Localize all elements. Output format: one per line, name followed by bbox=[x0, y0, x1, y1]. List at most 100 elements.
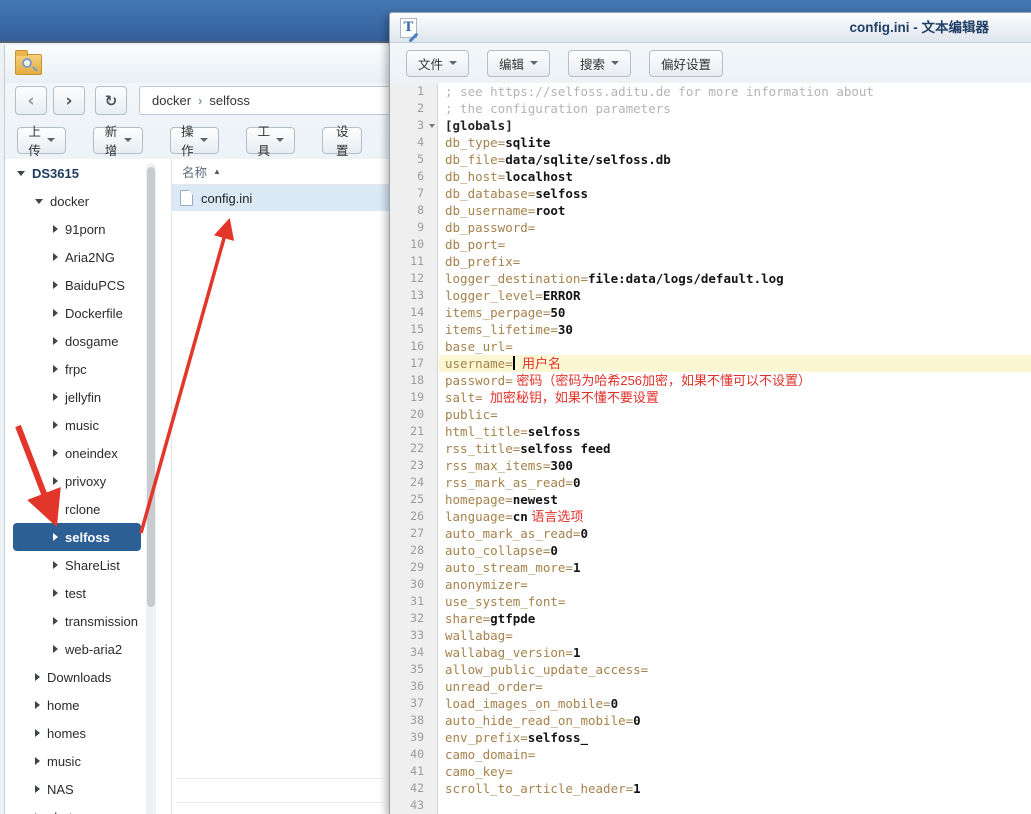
menu-button-edit[interactable]: 编辑 bbox=[487, 50, 550, 77]
code-content[interactable]: ; see https://selfoss.aditu.de for more … bbox=[439, 83, 1031, 814]
toolbar-button-settings[interactable]: 设置 bbox=[322, 127, 362, 154]
code-token: 0 bbox=[633, 713, 641, 728]
chevron-right-icon[interactable] bbox=[53, 225, 58, 233]
chevron-right-icon[interactable] bbox=[53, 393, 58, 401]
breadcrumb[interactable]: docker › selfoss bbox=[139, 86, 397, 115]
sidebar-item-label: ShareList bbox=[65, 558, 120, 573]
sidebar-item-label: test bbox=[65, 586, 86, 601]
breadcrumb-segment-selfoss[interactable]: selfoss bbox=[209, 93, 249, 108]
sidebar-item-test[interactable]: test bbox=[5, 579, 141, 607]
tree-scrollbar-thumb[interactable] bbox=[147, 167, 155, 607]
code-line-34: wallabag_version=1 bbox=[439, 644, 1031, 661]
editor-menubar: 文件编辑搜索偏好设置 bbox=[390, 43, 1031, 83]
code-line-21: html_title=selfoss bbox=[439, 423, 1031, 440]
sidebar-item-91porn[interactable]: 91porn bbox=[5, 215, 141, 243]
chevron-right-icon[interactable] bbox=[35, 729, 40, 737]
back-button[interactable]: ‹ bbox=[15, 86, 47, 115]
menu-button-search[interactable]: 搜索 bbox=[568, 50, 631, 77]
sidebar-item-dockerfile[interactable]: Dockerfile bbox=[5, 299, 141, 327]
chevron-right-icon[interactable] bbox=[53, 253, 58, 261]
chevron-right-icon[interactable] bbox=[53, 421, 58, 429]
folder-tree: DS3615docker91pornAria2NGBaiduPCSDockerf… bbox=[5, 159, 163, 814]
editor-titlebar[interactable]: T config.ini - 文本编辑器 bbox=[390, 13, 1031, 43]
sidebar-item-docker[interactable]: docker bbox=[5, 187, 141, 215]
code-line-27: auto_mark_as_read=0 bbox=[439, 525, 1031, 542]
sidebar-item-transmission[interactable]: transmission bbox=[5, 607, 141, 635]
file-list-header-name[interactable]: 名称 ▲ bbox=[172, 159, 389, 185]
code-line-10: db_port= bbox=[439, 236, 1031, 253]
sort-ascending-icon: ▲ bbox=[213, 167, 221, 176]
chevron-right-icon[interactable] bbox=[53, 449, 58, 457]
chevron-right-icon[interactable] bbox=[35, 785, 40, 793]
sidebar-item-baidupcs[interactable]: BaiduPCS bbox=[5, 271, 141, 299]
chevron-right-icon[interactable] bbox=[35, 757, 40, 765]
code-line-22: rss_title=selfoss feed bbox=[439, 440, 1031, 457]
sidebar-item-photo[interactable]: photo bbox=[5, 803, 141, 814]
chevron-right-icon[interactable] bbox=[53, 561, 58, 569]
editor-code-area[interactable]: 1234567891011121314151617181920212223242… bbox=[390, 83, 1031, 814]
chevron-right-icon[interactable] bbox=[35, 673, 40, 681]
refresh-button[interactable]: ↻ bbox=[95, 86, 127, 115]
sidebar-item-frpc[interactable]: frpc bbox=[5, 355, 141, 383]
chevron-right-icon[interactable] bbox=[53, 337, 58, 345]
code-line-6: db_host=localhost bbox=[439, 168, 1031, 185]
toolbar-button-create[interactable]: 新增 bbox=[93, 127, 142, 154]
chevron-right-icon[interactable] bbox=[53, 617, 58, 625]
chevron-down-icon[interactable] bbox=[35, 199, 43, 204]
fold-arrow-icon[interactable] bbox=[429, 124, 435, 128]
chevron-right-icon[interactable] bbox=[53, 533, 58, 541]
tree-scrollbar[interactable] bbox=[146, 163, 156, 814]
code-token: auto_collapse= bbox=[445, 543, 550, 558]
sidebar-item-music[interactable]: music bbox=[5, 747, 141, 775]
sidebar-item-selfoss[interactable]: selfoss bbox=[13, 523, 141, 551]
sidebar-item-nas[interactable]: NAS bbox=[5, 775, 141, 803]
menu-button-file[interactable]: 文件 bbox=[406, 50, 469, 77]
menu-button-preferences[interactable]: 偏好设置 bbox=[649, 50, 723, 77]
code-line-7: db_database=selfoss bbox=[439, 185, 1031, 202]
breadcrumb-segment-docker[interactable]: docker bbox=[152, 93, 191, 108]
sidebar-item-downloads[interactable]: Downloads bbox=[5, 663, 141, 691]
sidebar-item-oneindex[interactable]: oneindex bbox=[5, 439, 141, 467]
code-line-36: unread_order= bbox=[439, 678, 1031, 695]
code-line-40: camo_domain= bbox=[439, 746, 1031, 763]
chevron-right-icon[interactable] bbox=[53, 505, 58, 513]
toolbar-button-tools[interactable]: 工具 bbox=[246, 127, 295, 154]
sidebar-item-ds3615[interactable]: DS3615 bbox=[5, 159, 141, 187]
sidebar-item-sharelist[interactable]: ShareList bbox=[5, 551, 141, 579]
code-token: ; see https://selfoss.aditu.de for more … bbox=[445, 84, 874, 99]
sidebar-item-home[interactable]: home bbox=[5, 691, 141, 719]
chevron-right-icon[interactable] bbox=[53, 589, 58, 597]
chevron-right-icon[interactable] bbox=[53, 309, 58, 317]
chevron-right-icon[interactable] bbox=[35, 701, 40, 709]
red-annotation-text: 语言选项 bbox=[528, 509, 584, 524]
sidebar-item-jellyfin[interactable]: jellyfin bbox=[5, 383, 141, 411]
sidebar-item-rclone[interactable]: rclone bbox=[5, 495, 141, 523]
code-line-29: auto_stream_more=1 bbox=[439, 559, 1031, 576]
toolbar-button-upload[interactable]: 上传 bbox=[17, 127, 66, 154]
code-token: env_prefix= bbox=[445, 730, 528, 745]
sidebar-item-aria2ng[interactable]: Aria2NG bbox=[5, 243, 141, 271]
line-number: 8 bbox=[390, 202, 437, 219]
sidebar-item-homes[interactable]: homes bbox=[5, 719, 141, 747]
code-line-4: db_type=sqlite bbox=[439, 134, 1031, 151]
file-row-config.ini[interactable]: config.ini bbox=[172, 185, 389, 211]
sidebar-item-web-aria2[interactable]: web-aria2 bbox=[5, 635, 141, 663]
chevron-right-icon[interactable] bbox=[53, 477, 58, 485]
sidebar-item-privoxy[interactable]: privoxy bbox=[5, 467, 141, 495]
toolbar-button-action[interactable]: 操作 bbox=[170, 127, 219, 154]
code-token: 0 bbox=[580, 526, 588, 541]
chevron-right-icon[interactable] bbox=[53, 645, 58, 653]
line-number: 29 bbox=[390, 559, 437, 576]
forward-button[interactable]: › bbox=[53, 86, 85, 115]
sidebar-item-label: privoxy bbox=[65, 474, 106, 489]
line-number: 11 bbox=[390, 253, 437, 270]
chevron-right-icon[interactable] bbox=[53, 281, 58, 289]
sidebar-item-dosgame[interactable]: dosgame bbox=[5, 327, 141, 355]
chevron-right-icon: › bbox=[198, 93, 202, 108]
sidebar-item-music[interactable]: music bbox=[5, 411, 141, 439]
chevron-right-icon[interactable] bbox=[53, 365, 58, 373]
code-token: file:data/logs/default.log bbox=[588, 271, 784, 286]
code-token: password= bbox=[445, 373, 513, 388]
code-line-43 bbox=[439, 797, 1031, 814]
chevron-down-icon[interactable] bbox=[17, 171, 25, 176]
